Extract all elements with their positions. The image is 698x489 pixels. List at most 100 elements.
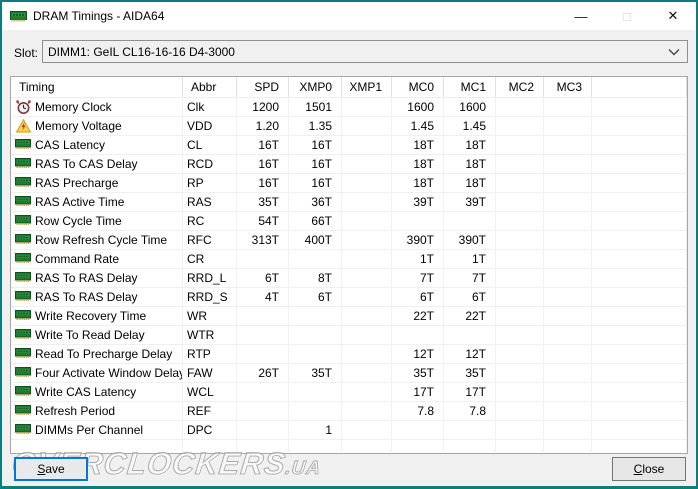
cell-xmp1: [342, 155, 392, 173]
cell-mc0: 17T: [392, 383, 444, 401]
table-row[interactable]: DIMMs Per Channel DPC 1: [11, 421, 687, 440]
timings-table: Timing Abbr SPD XMP0 XMP1 MC0 MC1 MC2 MC3 Memory…: [10, 76, 688, 454]
cell-mc0: [392, 212, 444, 230]
table-row[interactable]: Four Activate Window Delay FAW 26T 35T 35T 35…: [11, 364, 687, 383]
filler-cell: [342, 440, 392, 452]
cell-xmp0: [289, 345, 342, 363]
cell-mc1: 12T: [444, 345, 496, 363]
table-row[interactable]: RAS To CAS Delay RCD 16T 16T 18T 18T: [11, 155, 687, 174]
dram-icon: [15, 403, 31, 419]
cell-mc1: [444, 421, 496, 439]
close-window-button[interactable]: ✕: [650, 2, 696, 30]
table-row[interactable]: Refresh Period REF 7.8 7.8: [11, 402, 687, 421]
save-button[interactable]: Save: [14, 457, 88, 481]
cell-spd: [237, 421, 289, 439]
cell-mc3: [544, 117, 592, 135]
cell-timing-name: Row Cycle Time: [11, 212, 183, 230]
slot-label: Slot:: [14, 46, 39, 60]
cell-xmp1: [342, 193, 392, 211]
slot-combobox[interactable]: DIMM1: GeIL CL16-16-16 D4-3000: [42, 40, 688, 63]
table-row[interactable]: Write Recovery Time WR 22T 22T: [11, 307, 687, 326]
cell-xmp1: [342, 326, 392, 344]
cell-mc1: 1600: [444, 98, 496, 116]
column-header-abbr[interactable]: Abbr: [183, 77, 237, 97]
table-row[interactable]: Read To Precharge Delay RTP 12T 12T: [11, 345, 687, 364]
column-header-mc1[interactable]: MC1: [444, 77, 496, 97]
column-header-xmp0[interactable]: XMP0: [289, 77, 342, 97]
cell-xmp1: [342, 250, 392, 268]
cell-xmp1: [342, 231, 392, 249]
cell-mc0: 7T: [392, 269, 444, 287]
column-header-timing[interactable]: Timing: [11, 77, 183, 97]
cell-filler: [592, 288, 687, 306]
cell-spd: [237, 345, 289, 363]
cell-mc3: [544, 231, 592, 249]
timing-label: RAS Active Time: [35, 195, 125, 209]
cell-timing-name: RAS To RAS Delay: [11, 269, 183, 287]
cell-abbr: Clk: [183, 98, 237, 116]
table-row[interactable]: Row Cycle Time RC 54T 66T: [11, 212, 687, 231]
cell-mc1: 39T: [444, 193, 496, 211]
cell-mc0: 35T: [392, 364, 444, 382]
cell-filler: [592, 326, 687, 344]
dram-icon: [15, 270, 31, 286]
timing-label: Read To Precharge Delay: [35, 347, 173, 361]
column-header-xmp1[interactable]: XMP1: [342, 77, 392, 97]
cell-timing-name: Row Refresh Cycle Time: [11, 231, 183, 249]
dram-icon: [15, 327, 31, 343]
filler-cell: [289, 440, 342, 452]
dram-icon: [15, 384, 31, 400]
cell-xmp1: [342, 174, 392, 192]
table-row[interactable]: RAS To RAS Delay RRD_S 4T 6T 6T 6T: [11, 288, 687, 307]
filler-cell: [544, 440, 592, 452]
cell-mc2: [496, 421, 544, 439]
filler-cell: [496, 440, 544, 452]
table-header-row: Timing Abbr SPD XMP0 XMP1 MC0 MC1 MC2 MC3: [11, 77, 687, 98]
cell-mc2: [496, 269, 544, 287]
dram-icon: [15, 213, 31, 229]
table-row[interactable]: Command Rate CR 1T 1T: [11, 250, 687, 269]
cell-filler: [592, 402, 687, 420]
column-header-mc2[interactable]: MC2: [496, 77, 544, 97]
dram-icon: [15, 137, 31, 153]
table-row[interactable]: Write To Read Delay WTR: [11, 326, 687, 345]
cell-mc2: [496, 326, 544, 344]
minimize-button[interactable]: —: [558, 2, 604, 30]
cell-mc2: [496, 383, 544, 401]
maximize-button: □: [623, 8, 631, 24]
table-row[interactable]: RAS Precharge RP 16T 16T 18T 18T: [11, 174, 687, 193]
cell-abbr: WR: [183, 307, 237, 325]
column-header-mc0[interactable]: MC0: [392, 77, 444, 97]
column-header-mc3[interactable]: MC3: [544, 77, 592, 97]
timing-label: Memory Clock: [35, 100, 112, 114]
cell-spd: 35T: [237, 193, 289, 211]
timing-label: Write CAS Latency: [35, 385, 137, 399]
table-row[interactable]: Memory Voltage VDD 1.20 1.35 1.45 1.45: [11, 117, 687, 136]
cell-mc1: [444, 326, 496, 344]
dram-icon: [15, 156, 31, 172]
table-row[interactable]: RAS To RAS Delay RRD_L 6T 8T 7T 7T: [11, 269, 687, 288]
cell-xmp1: [342, 269, 392, 287]
column-header-spd[interactable]: SPD: [237, 77, 289, 97]
timing-label: Command Rate: [35, 252, 120, 266]
table-row[interactable]: Memory Clock Clk 1200 1501 1600 1600: [11, 98, 687, 117]
cell-timing-name: Refresh Period: [11, 402, 183, 420]
timing-label: Write Recovery Time: [35, 309, 147, 323]
cell-spd: 1.20: [237, 117, 289, 135]
slot-combobox-value: DIMM1: GeIL CL16-16-16 D4-3000: [48, 44, 235, 59]
cell-mc1: 18T: [444, 174, 496, 192]
cell-mc1: 22T: [444, 307, 496, 325]
cell-filler: [592, 212, 687, 230]
table-row[interactable]: Row Refresh Cycle Time RFC 313T 400T 390T 390…: [11, 231, 687, 250]
table-row[interactable]: CAS Latency CL 16T 16T 18T 18T: [11, 136, 687, 155]
close-button[interactable]: Close: [612, 457, 686, 481]
cell-timing-name: Write To Read Delay: [11, 326, 183, 344]
table-row[interactable]: Write CAS Latency WCL 17T 17T: [11, 383, 687, 402]
cell-spd: 6T: [237, 269, 289, 287]
cell-xmp0: 35T: [289, 364, 342, 382]
dram-icon: [15, 308, 31, 324]
timing-label: Row Refresh Cycle Time: [35, 233, 168, 247]
cell-spd: [237, 383, 289, 401]
table-row[interactable]: RAS Active Time RAS 35T 36T 39T 39T: [11, 193, 687, 212]
cell-filler: [592, 383, 687, 401]
